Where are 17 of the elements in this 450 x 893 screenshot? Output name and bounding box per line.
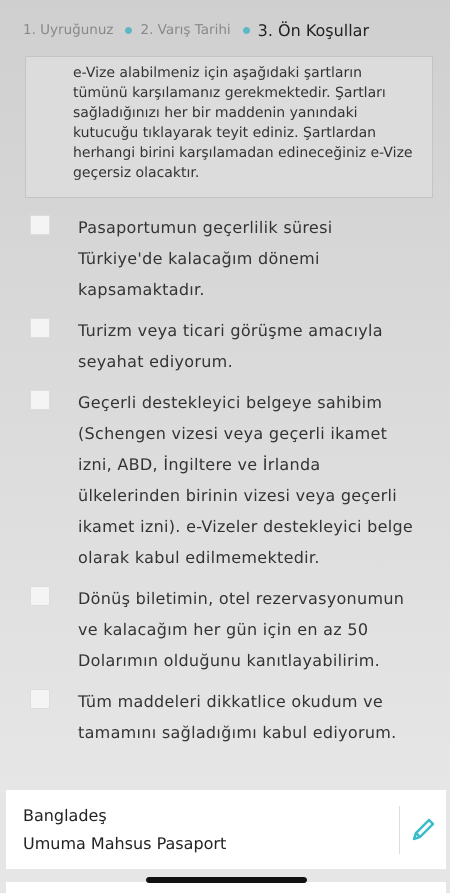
condition-text: Dönüş biletimin, otel rezervasyonumun ve kalacağım her gün için en az 50 Dolarımın olduğunu kanıtlayabilirim. bbox=[78, 588, 406, 672]
pencil-icon bbox=[410, 816, 436, 842]
checkbox[interactable] bbox=[30, 215, 50, 235]
condition-text: Turizm veya ticari görüşme amacıyla seyahat ediyorum. bbox=[78, 320, 384, 373]
step-dot bbox=[242, 26, 250, 34]
passport-type-text: Umuma Mahsus Pasaport bbox=[23, 832, 228, 854]
step-label[interactable]: 1. Uyruğunuz bbox=[23, 22, 114, 38]
condition-text: Tüm maddeleri dikkatlice okudum ve tamamını sağladığımı kabul ediyorum. bbox=[78, 691, 398, 744]
country-text: Bangladeş bbox=[23, 804, 108, 826]
condition-text: Geçerli destekleyici belgeye sahibim (Schengen vizesi veya geçerli ikamet izni, ABD, İngiltere ve İrlanda ülkelerinden birinin vizesi veya geçerli ikamet izni). e-Vizeler destekleyici belge olarak kabul edilmemektedir. bbox=[78, 392, 414, 569]
step-label[interactable]: 2. Varış Tarihi bbox=[140, 22, 231, 38]
step-label[interactable]: 3. Ön Koşullar bbox=[258, 20, 370, 40]
checkbox[interactable] bbox=[30, 390, 50, 410]
notice-text: e-Vize alabilmeniz için aşağıdaki şartların tümünü karşılamanız gerekmektedir. Şartları sağladığınızı her bir maddenin yanındaki kutucuğu tıklayarak teyit ediniz. Şartlardan herhangi birini karşılamadan edineceğiniz e-Vize geçersiz olacaktır. bbox=[25, 56, 433, 198]
condition-text: Pasaportumun geçerlilik süresi Türkiye'de kalacağım dönemi kapsamaktadır. bbox=[78, 217, 334, 301]
step-dot bbox=[125, 26, 132, 34]
checkbox[interactable] bbox=[30, 318, 50, 338]
